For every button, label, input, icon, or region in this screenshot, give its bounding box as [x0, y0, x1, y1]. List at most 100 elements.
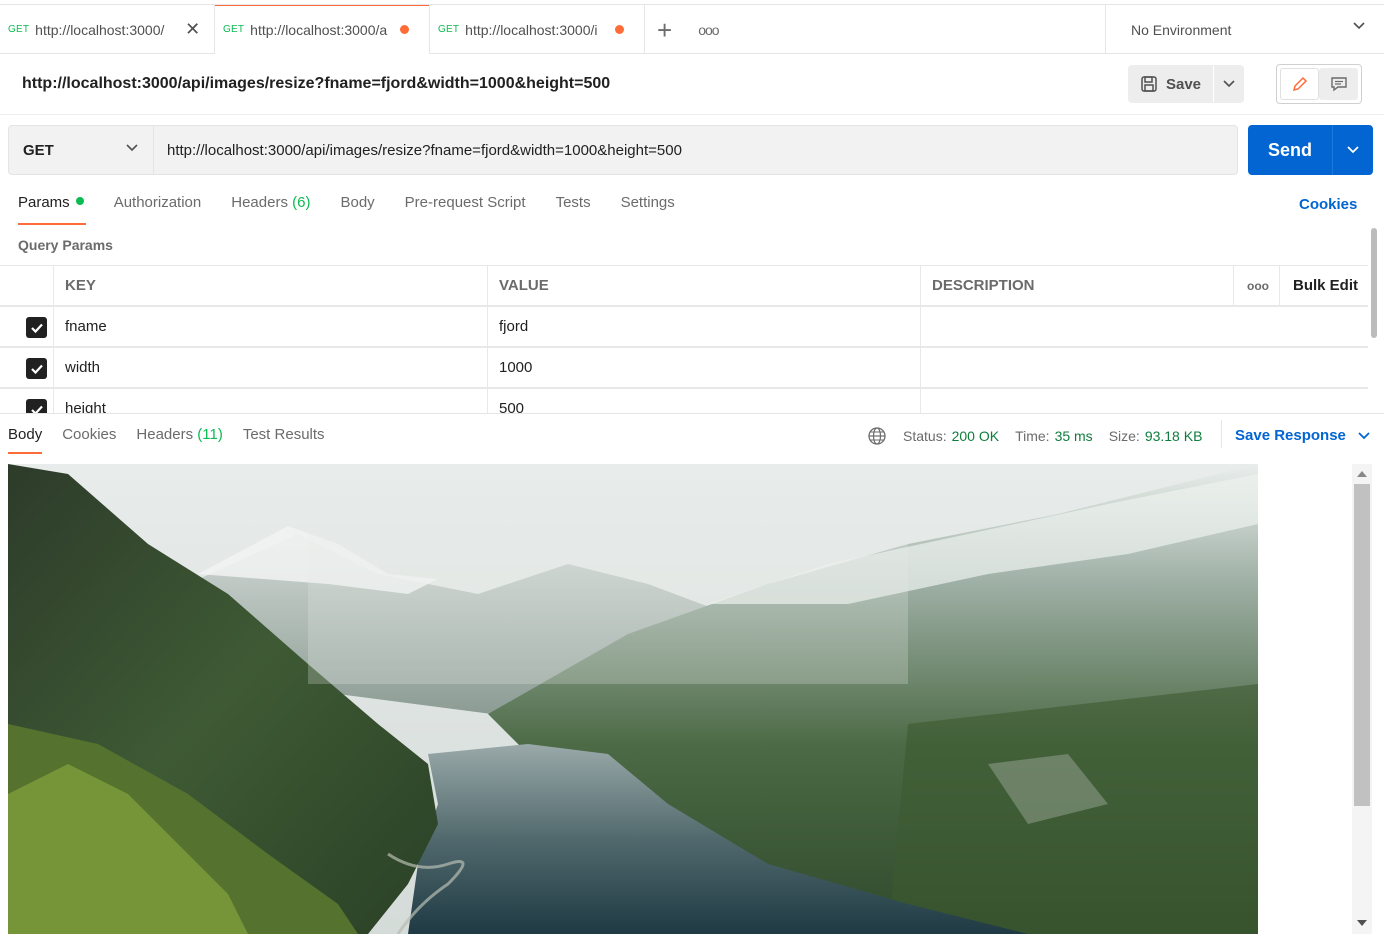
response-tab-body[interactable]: Body [8, 426, 43, 454]
comments-button[interactable] [1319, 68, 1358, 100]
response-image-preview [8, 464, 1258, 934]
request-tabs: Params Authorization Headers (6) Body Pr… [18, 194, 705, 225]
method-value: GET [23, 141, 54, 159]
status-label: Status: [903, 428, 947, 444]
query-params-title: Query Params [18, 237, 113, 253]
unsaved-dot-icon [615, 25, 625, 34]
row-checkbox[interactable] [26, 358, 47, 379]
status-value[interactable]: 200 OK [952, 428, 999, 444]
send-group: Send [1248, 125, 1373, 175]
params-scrollbar[interactable] [1369, 226, 1379, 412]
save-button[interactable]: Save [1128, 65, 1213, 103]
tab-params[interactable]: Params [18, 194, 86, 225]
chevron-down-icon [1223, 80, 1235, 88]
tab-settings[interactable]: Settings [621, 194, 675, 225]
tab-method: GET [438, 24, 460, 35]
param-value[interactable]: fjord [487, 307, 920, 346]
param-value[interactable]: 1000 [487, 348, 920, 387]
response-tab-headers[interactable]: Headers (11) [136, 426, 222, 454]
send-button[interactable]: Send [1248, 125, 1332, 175]
table-row: fname fjord [0, 306, 1368, 347]
request-tab-2[interactable]: GET http://localhost:3000/a [215, 5, 430, 54]
save-group: Save [1128, 65, 1244, 103]
view-toggle-group [1276, 64, 1362, 104]
column-key: KEY [53, 266, 487, 305]
response-tab-test-results[interactable]: Test Results [243, 426, 325, 454]
save-response-button[interactable]: Save Response [1235, 427, 1370, 444]
size-value[interactable]: 93.18 KB [1145, 428, 1203, 444]
pencil-icon [1292, 76, 1307, 92]
column-description: DESCRIPTION [920, 266, 1233, 305]
tab-authorization[interactable]: Authorization [114, 194, 202, 225]
more-tabs-icon[interactable]: ooo [698, 22, 719, 38]
tab-headers-label: Headers [231, 194, 288, 211]
row-checkbox[interactable] [26, 317, 47, 338]
close-icon[interactable]: ✕ [185, 19, 200, 40]
column-options-icon[interactable]: ooo [1233, 266, 1279, 305]
scroll-up-arrow-icon[interactable] [1357, 471, 1367, 477]
scrollbar-thumb[interactable] [1371, 228, 1377, 338]
edit-mode-button[interactable] [1280, 68, 1320, 100]
environment-selector[interactable]: No Environment [1105, 5, 1384, 54]
url-input[interactable]: http://localhost:3000/api/images/resize?… [153, 125, 1238, 175]
save-response-label: Save Response [1235, 427, 1346, 444]
save-label: Save [1165, 75, 1202, 93]
cookies-link[interactable]: Cookies [1299, 196, 1357, 213]
method-select[interactable]: GET [8, 125, 153, 175]
table-row: width 1000 [0, 347, 1368, 388]
save-options-button[interactable] [1213, 65, 1244, 103]
send-options-button[interactable] [1332, 125, 1373, 175]
time-value[interactable]: 35 ms [1055, 428, 1093, 444]
response-headers-label: Headers [136, 426, 194, 443]
response-scrollbar[interactable] [1352, 464, 1372, 934]
new-tab-plus-icon[interactable]: + [657, 17, 672, 43]
globe-icon[interactable] [867, 426, 887, 446]
chevron-down-icon [1353, 22, 1365, 30]
time-label: Time: [1015, 428, 1050, 444]
table-header-row: KEY VALUE DESCRIPTION ooo Bulk Edit [0, 265, 1368, 306]
checkmark-icon [30, 323, 43, 333]
tab-url: http://localhost:3000/ [35, 21, 165, 38]
query-params-table: KEY VALUE DESCRIPTION ooo Bulk Edit fnam… [0, 265, 1368, 413]
request-title[interactable]: http://localhost:3000/api/images/resize?… [22, 75, 610, 93]
checkmark-icon [30, 405, 43, 413]
chevron-down-icon [126, 144, 138, 152]
table-row: height 500 [0, 388, 1368, 413]
param-key[interactable]: width [53, 348, 487, 387]
fjord-landscape-image [8, 464, 1258, 934]
tab-prerequest-script[interactable]: Pre-request Script [405, 194, 526, 225]
request-tab-1[interactable]: GET http://localhost:3000/ ✕ [0, 5, 215, 54]
scrollbar-thumb[interactable] [1354, 484, 1370, 806]
divider [1221, 420, 1222, 448]
chevron-down-icon [1358, 431, 1370, 439]
param-description[interactable] [920, 307, 1368, 346]
chevron-down-icon [1347, 146, 1359, 154]
tab-tests[interactable]: Tests [556, 194, 591, 225]
param-description[interactable] [920, 389, 1368, 413]
param-key[interactable]: fname [53, 307, 487, 346]
tab-url: http://localhost:3000/i [465, 21, 598, 38]
column-value: VALUE [487, 266, 920, 305]
response-meta: Status: 200 OK Time: 35 ms Size: 93.18 K… [867, 426, 1202, 446]
comment-icon [1330, 77, 1347, 92]
request-tab-bar: GET http://localhost:3000/ ✕ GET http://… [0, 4, 1384, 54]
active-params-dot-icon [75, 197, 84, 205]
request-title-row: http://localhost:3000/api/images/resize?… [0, 55, 1384, 115]
response-tab-cookies[interactable]: Cookies [62, 426, 116, 454]
tab-body[interactable]: Body [340, 194, 374, 225]
tab-method: GET [8, 24, 30, 35]
response-tabs: Body Cookies Headers (11) Test Results [8, 426, 345, 454]
param-description[interactable] [920, 348, 1368, 387]
tab-headers[interactable]: Headers (6) [231, 194, 310, 225]
response-headers-count: (11) [197, 426, 223, 443]
scroll-down-arrow-icon[interactable] [1357, 920, 1367, 926]
row-checkbox[interactable] [26, 399, 47, 413]
tab-actions: + ooo [645, 5, 720, 54]
unsaved-dot-icon [400, 25, 410, 34]
environment-label: No Environment [1131, 21, 1232, 38]
request-tab-3[interactable]: GET http://localhost:3000/i [430, 5, 645, 54]
bulk-edit-button[interactable]: Bulk Edit [1279, 266, 1368, 305]
param-key[interactable]: height [53, 389, 487, 413]
checkmark-icon [30, 364, 43, 374]
param-value[interactable]: 500 [487, 389, 920, 413]
